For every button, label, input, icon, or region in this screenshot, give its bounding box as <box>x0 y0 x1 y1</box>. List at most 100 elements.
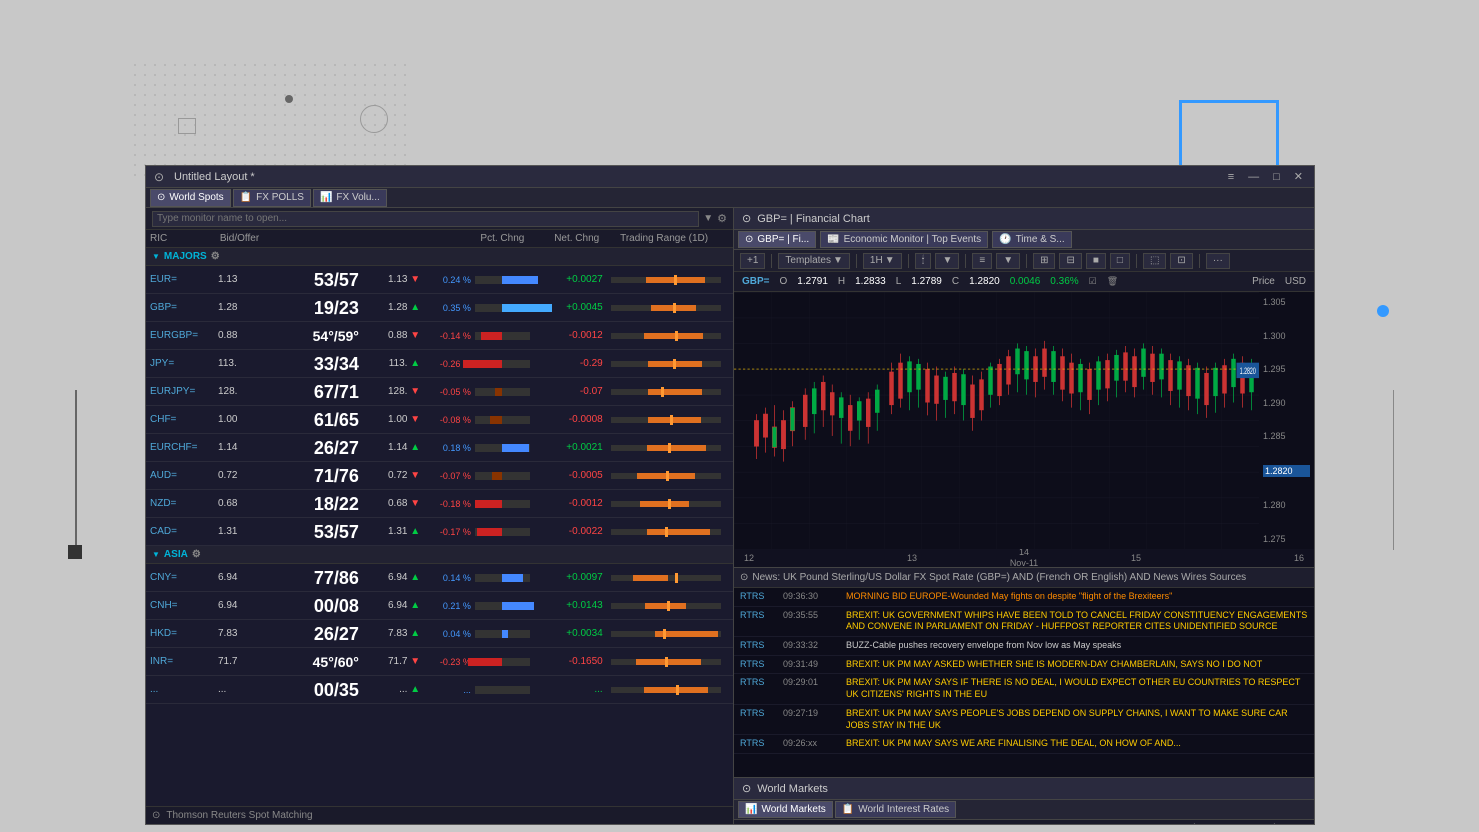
table-row[interactable]: EURCHF= 1.14 26/27 1.14 ▲ 0.18 % +0.0021 <box>146 434 733 462</box>
templates-button[interactable]: Templates ▼ <box>778 253 849 269</box>
pct-bar-bg <box>475 630 530 638</box>
pct-text: 0.35 % <box>433 303 471 313</box>
chart-more-button[interactable]: ··· <box>1206 253 1230 269</box>
mcol-plus-header[interactable]: + <box>1290 823 1310 824</box>
news-title-bar: ⊙ News: UK Pound Sterling/US Dollar FX S… <box>734 568 1314 588</box>
chart-subtab-row: ⊙ GBP= | Fi... 📰 Economic Monitor | Top … <box>734 230 1314 250</box>
window-controls: ≡ — □ ✕ <box>1225 170 1306 183</box>
chart-tool-6[interactable]: □ <box>1110 253 1130 269</box>
news-row[interactable]: RTRS 09:33:32 BUZZ-Cable pushes recovery… <box>734 637 1314 656</box>
time-label-15: 15 <box>1080 553 1192 563</box>
direction-arrow-icon: ▼ <box>407 470 423 481</box>
ric-cell: EURCHF= <box>150 442 218 453</box>
news-time: 09:36:30 <box>783 591 838 603</box>
search-input[interactable] <box>152 211 699 227</box>
world-spots-tab-icon: ⊙ <box>157 192 165 203</box>
range-bar-bg <box>611 473 721 479</box>
chart-checkbox[interactable]: ☑ <box>1089 276 1097 287</box>
news-time: 09:29:01 <box>783 677 838 700</box>
chart-tool-8[interactable]: ⊡ <box>1170 253 1192 269</box>
chart-style-1[interactable]: 🕯 <box>915 253 932 269</box>
chart-tool-4[interactable]: ⊟ <box>1059 253 1081 269</box>
chart-tab-time-icon: 🕐 <box>999 234 1011 245</box>
news-row[interactable]: RTRS 09:31:49 BREXIT: UK PM MAY ASKED WH… <box>734 656 1314 675</box>
news-row[interactable]: RTRS 09:35:55 BREXIT: UK GOVERNMENT WHIP… <box>734 607 1314 637</box>
ric-cell: EURJPY= <box>150 386 218 397</box>
table-row[interactable]: CNY= 6.94 77/86 6.94 ▲ 0.14 % +0.0097 <box>146 564 733 592</box>
chart-tool-5[interactable]: ■ <box>1086 253 1106 269</box>
chart-style-2[interactable]: ▼ <box>935 253 959 269</box>
timeframe-button[interactable]: 1H ▼ <box>863 253 902 269</box>
table-row[interactable]: EUR= 1.13 53/57 1.13 ▼ 0.24 % +0.0027 <box>146 266 733 294</box>
table-row[interactable]: CAD= 1.31 53/57 1.31 ▲ -0.17 % -0.0022 <box>146 518 733 546</box>
pct-bar-fill <box>468 658 503 666</box>
tab-world-interest[interactable]: 📋 World Interest Rates <box>835 801 956 818</box>
templates-arrow: ▼ <box>833 255 843 266</box>
close-button[interactable]: ✕ <box>1291 170 1306 183</box>
settings-gear-icon[interactable]: ⚙ <box>717 212 727 225</box>
table-row[interactable]: GBP= 1.28 19/23 1.28 ▲ 0.35 % +0.0045 <box>146 294 733 322</box>
section-gear-icon[interactable]: ⚙ <box>192 549 201 560</box>
table-row[interactable]: CNH= 6.94 00/08 6.94 ▲ 0.21 % +0.0143 <box>146 592 733 620</box>
chart-area: 1.2820 1.305 1.300 1.295 1.290 1.285 1.2… <box>734 292 1314 549</box>
range-bar-fill <box>640 501 690 507</box>
table-row[interactable]: AUD= 0.72 71/76 0.72 ▼ -0.07 % -0.0005 <box>146 462 733 490</box>
table-row[interactable]: INR= 71.7 45°/60° 71.7 ▼ -0.23 % -0.1650 <box>146 648 733 676</box>
tab-world-spots[interactable]: ⊙ World Spots <box>150 189 231 207</box>
table-row[interactable]: JPY= 113. 33/34 113. ▲ -0.26 % -0.29 <box>146 350 733 378</box>
table-row[interactable]: NZD= 0.68 18/22 0.68 ▼ -0.18 % -0.0012 <box>146 490 733 518</box>
section-triangle-icon: ▼ <box>152 252 160 261</box>
table-row[interactable]: CHF= 1.00 61/65 1.00 ▼ -0.08 % -0.0008 <box>146 406 733 434</box>
chart-close-label: C <box>952 276 959 287</box>
add-indicator-button[interactable]: +1 <box>740 253 765 269</box>
minimize-button[interactable]: — <box>1245 171 1262 183</box>
blue-rect-decoration <box>1179 100 1279 170</box>
news-rows-container: RTRS 09:36:30 MORNING BID EUROPE-Wounded… <box>734 588 1314 777</box>
chart-tool-2[interactable]: ▼ <box>996 253 1020 269</box>
news-source: RTRS <box>740 591 775 603</box>
table-row[interactable]: EURGBP= 0.88 54°/59° 0.88 ▼ -0.14 % -0.0… <box>146 322 733 350</box>
chart-panel-icon: ⊙ <box>742 212 751 225</box>
range-cell <box>603 277 729 283</box>
chart-tab-time[interactable]: 🕐 Time & S... <box>992 231 1072 248</box>
table-row[interactable]: HKD= 7.83 26/27 7.83 ▲ 0.04 % +0.0034 <box>146 620 733 648</box>
tab-fx-polls[interactable]: 📋 FX POLLS <box>233 189 311 207</box>
news-row[interactable]: RTRS 09:27:19 BREXIT: UK PM MAY SAYS PEO… <box>734 705 1314 735</box>
tab-world-markets[interactable]: 📊 World Markets <box>738 801 833 818</box>
section-gear-icon[interactable]: ⚙ <box>211 251 220 262</box>
menu-button[interactable]: ≡ <box>1225 171 1237 183</box>
news-row[interactable]: RTRS 09:26:xx BREXIT: UK PM MAY SAYS WE … <box>734 735 1314 754</box>
tab-fx-volu[interactable]: 📊 FX Volu... <box>313 189 387 207</box>
table-row[interactable]: EURJPY= 128. 67/71 128. ▼ -0.05 % -0.07 <box>146 378 733 406</box>
ric-cell: CNY= <box>150 572 218 583</box>
table-row[interactable]: ... ... 00/35 ... ▲ ... ... <box>146 676 733 704</box>
pct-text: 0.18 % <box>433 443 471 453</box>
title-bar: ⊙ Untitled Layout * ≡ — □ ✕ <box>146 166 1314 188</box>
chart-pct: 0.36% <box>1050 276 1078 287</box>
last-cell: 1.28 <box>359 302 408 313</box>
bg-rect-decoration <box>178 118 196 134</box>
pct-cell: -0.23 % <box>423 657 530 667</box>
maximize-button[interactable]: □ <box>1270 171 1283 183</box>
section-header-majors: ▼ MAJORS ⚙ <box>146 248 733 266</box>
last-cell: ... <box>359 684 408 695</box>
chart-close-val: 1.2820 <box>969 276 1000 287</box>
news-row[interactable]: RTRS 09:36:30 MORNING BID EUROPE-Wounded… <box>734 588 1314 607</box>
dropdown-arrow[interactable]: ▼ <box>703 213 713 224</box>
chart-tool-7[interactable]: ⬚ <box>1143 253 1166 269</box>
chart-currency: USD <box>1285 276 1306 287</box>
main-tab-row: ⊙ World Spots 📋 FX POLLS 📊 FX Volu... <box>146 188 1314 208</box>
price-cell: 61/65 <box>267 411 359 429</box>
chart-tool-3[interactable]: ⊞ <box>1033 253 1055 269</box>
pct-text: 0.14 % <box>433 573 471 583</box>
news-row[interactable]: RTRS 09:29:01 BREXIT: UK PM MAY SAYS IF … <box>734 674 1314 704</box>
chart-tab-econ[interactable]: 📰 Economic Monitor | Top Events <box>820 231 988 248</box>
bid-cell: 1.00 <box>218 414 267 425</box>
bid-cell: 113. <box>218 358 267 369</box>
bid-cell: 71.7 <box>218 656 267 667</box>
last-cell: 0.68 <box>359 498 408 509</box>
chart-tab-gbp[interactable]: ⊙ GBP= | Fi... <box>738 231 816 248</box>
chart-tool-1[interactable]: ≡ <box>972 253 992 269</box>
chart-open-val: 1.2791 <box>797 276 828 287</box>
chart-trash-icon[interactable]: 🗑 <box>1107 276 1118 287</box>
